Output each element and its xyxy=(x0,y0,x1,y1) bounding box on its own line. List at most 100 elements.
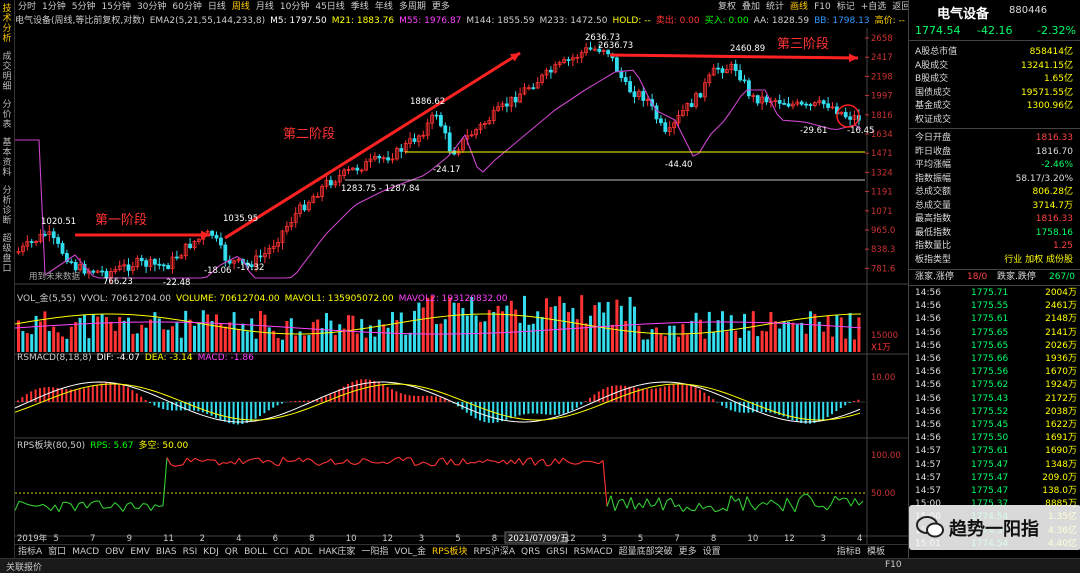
rps-segment xyxy=(267,460,271,461)
macd-bar xyxy=(541,402,543,414)
indicator-tab-22[interactable]: 设置 xyxy=(700,545,724,559)
toolbar-right-0[interactable]: 复权 xyxy=(715,0,739,14)
vol_header-item-2: VOLUME: 70612704.00 xyxy=(176,293,280,305)
indicator-tab-13[interactable]: 一阳指 xyxy=(358,545,391,559)
indicator-tab-16[interactable]: RPS沪深A xyxy=(470,545,518,559)
volume-bar xyxy=(690,321,693,352)
indicator-tab-6[interactable]: RSI xyxy=(180,545,201,559)
time-axis-label: 3 xyxy=(601,534,606,544)
toolbar-right-6[interactable]: +自选 xyxy=(858,0,890,14)
volume-bar xyxy=(30,334,33,352)
indicator-tab-1[interactable]: 窗口 xyxy=(45,545,69,559)
macd-bar xyxy=(571,402,573,410)
rps-segment xyxy=(519,458,523,465)
macd-bar xyxy=(65,389,67,402)
rps-segment xyxy=(703,507,707,509)
volume-bar xyxy=(329,321,332,352)
volume-bar xyxy=(857,317,860,352)
macd-bar xyxy=(615,385,617,402)
macd-bar xyxy=(356,380,358,402)
period-2[interactable]: 5分钟 xyxy=(69,0,99,14)
macd-bar xyxy=(426,396,428,402)
period-9[interactable]: 10分钟 xyxy=(277,0,312,14)
period-1[interactable]: 1分钟 xyxy=(39,0,69,14)
indicator-tab-14[interactable]: VOL_金 xyxy=(391,545,429,559)
indicator-tab-20[interactable]: 超量底部突破 xyxy=(616,545,676,559)
indicator-tab-19[interactable]: RSMACD xyxy=(571,545,616,559)
period-4[interactable]: 30分钟 xyxy=(134,0,169,14)
period-0[interactable]: 分时 xyxy=(15,0,39,14)
period-12[interactable]: 年线 xyxy=(372,0,396,14)
indicator-right-1[interactable]: 模板 xyxy=(864,545,888,559)
rps-segment xyxy=(275,465,279,466)
period-5[interactable]: 60分钟 xyxy=(169,0,204,14)
period-10[interactable]: 45日线 xyxy=(312,0,347,14)
volume-bar xyxy=(281,340,284,352)
period-14[interactable]: 更多 xyxy=(429,0,453,14)
price-annotation: -24.17 xyxy=(433,165,460,175)
indicator-tab-7[interactable]: KDJ xyxy=(200,545,222,559)
toolbar-right-7[interactable]: 返回 xyxy=(889,0,908,14)
left-tab-5[interactable]: 超级盘口 xyxy=(1,234,13,274)
left-tab-1[interactable]: 成交明细 xyxy=(1,52,13,92)
volume-bar xyxy=(813,314,816,352)
tick-price: 1775.62 xyxy=(971,379,1008,392)
rps-segment xyxy=(27,504,31,505)
stat-row: 权证成交 xyxy=(909,114,1080,127)
rps-segment xyxy=(87,503,91,508)
rps-segment xyxy=(443,458,447,465)
kline-chart[interactable]: 2658241721981997181616341471132411911071… xyxy=(15,28,908,544)
macd-bar xyxy=(712,399,714,402)
indicator-tab-10[interactable]: CCI xyxy=(270,545,291,559)
indicator-tab-9[interactable]: BOLL xyxy=(241,545,270,559)
toolbar-right-1[interactable]: 叠加 xyxy=(739,0,763,14)
macd-bar xyxy=(153,402,155,406)
indicator-right-0[interactable]: 指标B xyxy=(834,545,864,559)
main_legend-item-11: BB: 1798.13 xyxy=(814,15,869,28)
price-axis-label: 1816 xyxy=(871,111,893,121)
macd-bar xyxy=(668,385,670,402)
indicator-tab-12[interactable]: HAK庄家 xyxy=(316,545,359,559)
rps-segment xyxy=(571,463,575,464)
indicator-tab-2[interactable]: MACD xyxy=(69,545,102,559)
volume-bar xyxy=(268,327,271,352)
volume-bar xyxy=(567,312,570,352)
indicator-tab-8[interactable]: QR xyxy=(222,545,241,559)
toolbar-right-3[interactable]: 画线 xyxy=(787,0,811,14)
period-11[interactable]: 季线 xyxy=(348,0,372,14)
indicator-tab-4[interactable]: EMV xyxy=(127,545,153,559)
macd-bar xyxy=(664,386,666,402)
status-f10[interactable]: F10 xyxy=(885,560,902,570)
indicator-tab-17[interactable]: QRS xyxy=(518,545,543,559)
toolbar-right-4[interactable]: F10 xyxy=(811,0,834,14)
volume-bar xyxy=(800,323,803,352)
indicator-tab-15[interactable]: RPS板块 xyxy=(429,545,470,559)
period-6[interactable]: 日线 xyxy=(205,0,229,14)
left-tab-4[interactable]: 分析诊断 xyxy=(1,186,13,226)
status-left[interactable]: 关联报价 xyxy=(6,560,42,573)
toolbar-right-2[interactable]: 统计 xyxy=(763,0,787,14)
indicator-tab-21[interactable]: 更多 xyxy=(676,545,700,559)
rps-segment xyxy=(411,458,415,466)
left-tab-3[interactable]: 基本资料 xyxy=(1,138,13,178)
indicator-tab-18[interactable]: GRSI xyxy=(543,545,571,559)
rps-segment xyxy=(363,458,367,459)
volume-bar xyxy=(589,316,592,352)
period-13[interactable]: 多周期 xyxy=(396,0,429,14)
left-tab-2[interactable]: 分价表 xyxy=(1,100,13,130)
volume-bar xyxy=(545,298,548,352)
volume-bar xyxy=(497,306,500,352)
price-axis-label: 1071 xyxy=(871,207,893,217)
toolbar-right-5[interactable]: 标记 xyxy=(834,0,858,14)
indicator-tab-0[interactable]: 指标A xyxy=(15,545,45,559)
indicator-tab-5[interactable]: BIAS xyxy=(153,545,180,559)
period-7[interactable]: 周线 xyxy=(229,0,253,14)
period-3[interactable]: 15分钟 xyxy=(98,0,133,14)
indicator-tab-3[interactable]: OBV xyxy=(102,545,127,559)
indicator-tab-11[interactable]: ADL xyxy=(291,545,315,559)
left-tab-0[interactable]: 技术分析 xyxy=(1,4,13,44)
rps-segment xyxy=(115,503,119,507)
period-8[interactable]: 月线 xyxy=(253,0,277,14)
price-axis-label: 2417 xyxy=(871,53,893,63)
rps-segment xyxy=(399,457,403,460)
